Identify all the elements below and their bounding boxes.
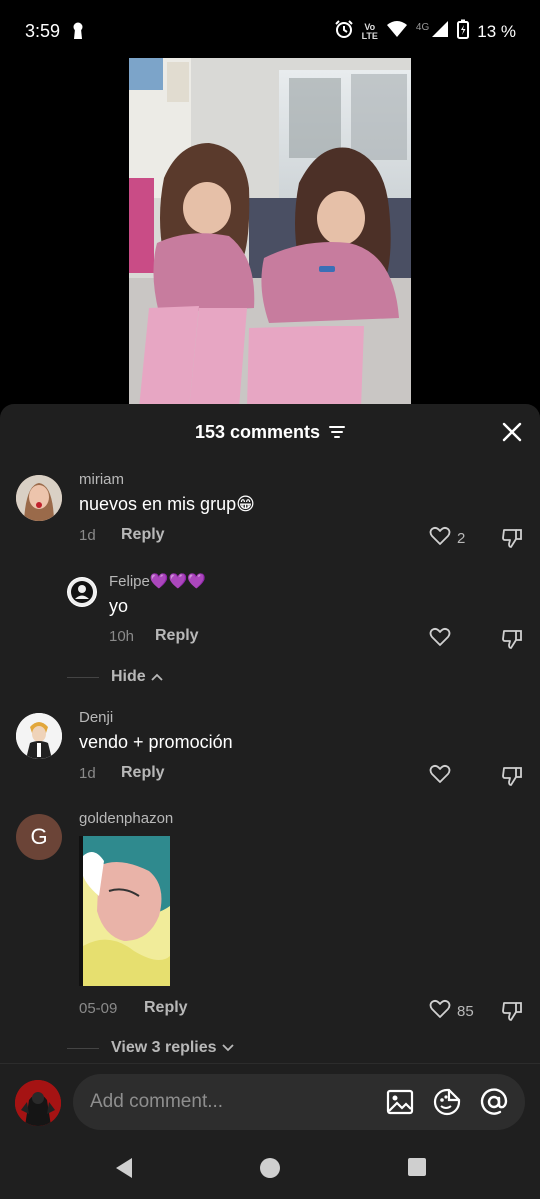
reply-text: yo	[109, 596, 129, 616]
like-count: 2	[457, 529, 466, 547]
avatar[interactable]: G	[16, 814, 62, 860]
like-count: 85	[457, 1002, 474, 1020]
close-icon[interactable]	[502, 422, 522, 442]
sticker-icon[interactable]	[432, 1087, 462, 1117]
comment-time: 05-09	[79, 1000, 118, 1017]
avatar[interactable]	[16, 475, 62, 521]
comments-count-title: 153 comments	[194, 422, 321, 442]
video-player[interactable]	[129, 58, 411, 408]
home-icon[interactable]	[259, 1157, 281, 1184]
reply-button[interactable]: Reply	[121, 526, 165, 544]
avatar[interactable]	[67, 577, 97, 607]
heart-icon	[429, 627, 451, 651]
network-type: 4G	[415, 22, 430, 33]
view-replies-label: View 3 replies	[111, 1039, 217, 1056]
dislike-icon[interactable]	[501, 1000, 523, 1027]
reply-button[interactable]: Reply	[155, 627, 199, 645]
recents-icon[interactable]	[407, 1157, 427, 1182]
heart-icon	[429, 764, 451, 788]
wifi-icon	[386, 20, 408, 43]
avatar[interactable]	[16, 713, 62, 759]
volte-bottom-text: LTE	[361, 30, 378, 41]
like-button[interactable]: 2	[429, 526, 465, 550]
comment-time: 1d	[79, 527, 96, 544]
volte-icon: Vo LTE	[361, 22, 378, 41]
alarm-icon	[334, 19, 354, 44]
dislike-icon[interactable]	[501, 527, 523, 554]
comment-input-placeholder: Add comment...	[90, 1091, 224, 1112]
comments-title-wrap[interactable]: 153 comments	[0, 422, 540, 444]
status-time: 3:59	[25, 21, 61, 41]
avatar-letter: G	[30, 824, 48, 849]
hide-replies-button[interactable]: Hide	[67, 668, 163, 686]
comment-username[interactable]: Denji	[79, 709, 113, 726]
battery-icon	[457, 19, 470, 44]
comment-input[interactable]: Add comment...	[73, 1074, 525, 1130]
battery-percent: 13 %	[477, 21, 516, 41]
comment-username[interactable]: goldenphazon	[79, 810, 173, 827]
heart-icon	[429, 526, 451, 550]
comment-text: vendo + promoción	[79, 732, 233, 752]
reply-username[interactable]: Felipe💜💜💜	[109, 572, 206, 590]
comment-text: nuevos en mis grup😁	[79, 494, 255, 514]
divider-line	[67, 676, 99, 678]
hide-label: Hide	[111, 668, 146, 685]
image-icon[interactable]	[385, 1087, 415, 1117]
my-avatar[interactable]	[15, 1080, 61, 1126]
reply-button[interactable]: Reply	[144, 999, 188, 1017]
comment-composer: Add comment...	[0, 1063, 540, 1138]
reply-time: 10h	[109, 628, 135, 645]
chevron-up-icon	[151, 668, 163, 686]
status-bar: 3:59 Vo LTE 4G 13 %	[0, 0, 540, 64]
comment-time: 1d	[79, 765, 96, 782]
view-replies-button[interactable]: View 3 replies	[67, 1039, 234, 1057]
signal-icon	[431, 20, 449, 43]
divider-line	[67, 1047, 99, 1049]
dislike-icon[interactable]	[501, 765, 523, 792]
sort-filter-icon[interactable]	[329, 423, 346, 444]
like-button[interactable]: 85	[429, 999, 474, 1023]
comment-username[interactable]: miriam	[79, 471, 124, 488]
system-nav-bar	[0, 1137, 540, 1199]
heart-icon	[429, 999, 451, 1023]
like-button[interactable]	[429, 764, 451, 788]
dislike-icon[interactable]	[501, 628, 523, 655]
mention-icon[interactable]	[479, 1087, 509, 1117]
back-icon[interactable]	[114, 1157, 134, 1184]
keyhole-icon	[72, 22, 84, 45]
like-button[interactable]	[429, 627, 451, 651]
reply-button[interactable]: Reply	[121, 764, 165, 782]
chevron-down-icon	[221, 1039, 234, 1057]
comment-sticker-image[interactable]	[79, 836, 170, 986]
sheet-header: 153 comments	[0, 404, 540, 460]
